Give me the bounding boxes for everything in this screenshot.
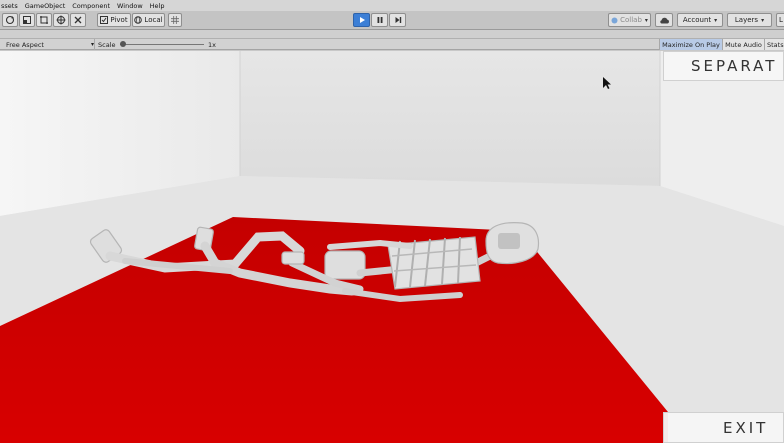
collab-dropdown[interactable]: Collab: [608, 13, 651, 27]
collab-icon: [611, 17, 618, 23]
pivot-label: Pivot: [110, 16, 128, 24]
exit-button[interactable]: EXIT: [663, 412, 784, 443]
pause-icon: [377, 17, 382, 23]
game-tab-strip: [0, 30, 784, 39]
pivot-icon: [100, 16, 109, 24]
collab-label: Collab: [620, 16, 642, 24]
menu-gameobject[interactable]: GameObject: [25, 2, 66, 10]
custom-tool-button[interactable]: [70, 13, 86, 27]
stats-label: Stats: [767, 40, 784, 49]
cloud-icon: [659, 17, 669, 23]
grid-icon: [171, 16, 179, 24]
scene-render: [0, 51, 784, 443]
layout-label: L: [779, 16, 783, 24]
scale-icon: [23, 16, 31, 24]
rect-tool-icon: [40, 16, 48, 24]
globe-icon: [134, 16, 143, 24]
game-view-bar: Free Aspect ▾ Scale 1x Maximize On Play …: [0, 39, 784, 50]
stats-toggle[interactable]: Stats: [764, 39, 784, 50]
pivot-toggle[interactable]: Pivot: [97, 13, 131, 27]
exit-label: EXIT: [723, 418, 769, 437]
cloud-button[interactable]: [655, 13, 673, 27]
scale-label: Scale: [98, 40, 116, 49]
local-toggle[interactable]: Local: [132, 13, 165, 27]
pause-button[interactable]: [371, 13, 388, 27]
maximize-label: Maximize On Play: [662, 40, 720, 49]
mute-audio-toggle[interactable]: Mute Audio: [722, 39, 764, 50]
play-button[interactable]: [353, 13, 370, 27]
menu-bar: ssets GameObject Component Window Help: [0, 0, 784, 11]
menu-assets[interactable]: ssets: [1, 2, 18, 10]
slider-handle[interactable]: [120, 41, 126, 47]
menu-window[interactable]: Window: [117, 2, 143, 10]
separate-button[interactable]: SEPARAT: [663, 51, 784, 81]
step-button[interactable]: [389, 13, 406, 27]
account-dropdown[interactable]: Account: [677, 13, 723, 27]
rect-tool-button[interactable]: [36, 13, 52, 27]
toolbar: Pivot Local Collab Account Layers L: [0, 11, 784, 30]
play-icon: [359, 17, 365, 23]
back-wall: [240, 51, 660, 186]
step-icon: [395, 17, 401, 23]
menu-help[interactable]: Help: [150, 2, 165, 10]
layers-dropdown[interactable]: Layers: [727, 13, 772, 27]
tools-icon: [74, 16, 82, 24]
account-label: Account: [682, 16, 712, 24]
transform-icon: [56, 15, 66, 25]
maximize-on-play-toggle[interactable]: Maximize On Play: [659, 39, 722, 50]
layout-dropdown[interactable]: L: [776, 13, 784, 27]
scale-tool-button[interactable]: [19, 13, 35, 27]
local-label: Local: [144, 16, 163, 24]
separate-label: SEPARAT: [691, 57, 778, 75]
mute-label: Mute Audio: [725, 40, 762, 49]
menu-component[interactable]: Component: [72, 2, 110, 10]
rotate-tool-button[interactable]: [2, 13, 18, 27]
aspect-dropdown[interactable]: Free Aspect ▾: [6, 39, 94, 50]
game-viewport[interactable]: [0, 51, 784, 443]
scale-value: 1x: [208, 40, 216, 49]
scale-slider[interactable]: [120, 39, 204, 50]
transform-tool-button[interactable]: [53, 13, 69, 27]
rotate-icon: [5, 15, 15, 25]
aspect-label: Free Aspect: [6, 40, 44, 49]
layers-label: Layers: [734, 16, 759, 24]
grid-snap-button[interactable]: [168, 13, 182, 27]
